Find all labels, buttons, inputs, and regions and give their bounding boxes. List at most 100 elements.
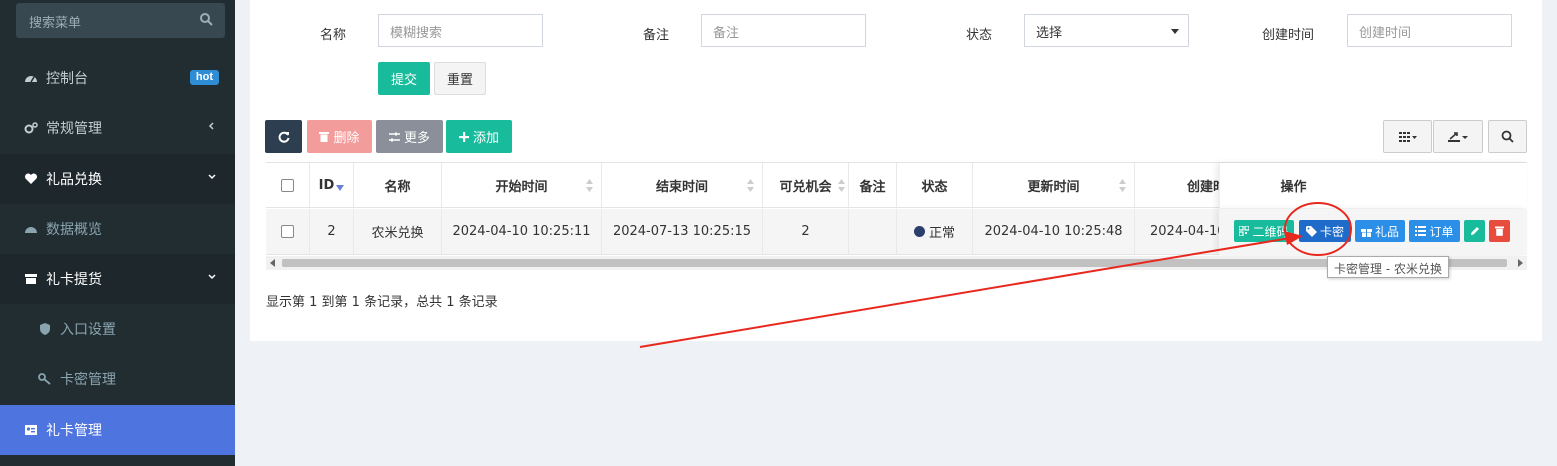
col-id-label: ID — [318, 177, 335, 193]
sidebar-item-dashboard[interactable]: 控制台 hot — [0, 53, 235, 103]
row-select-cell — [266, 209, 310, 254]
gift-button[interactable]: 礼品 — [1355, 220, 1405, 242]
sidebar-item-label: 数据概览 — [46, 222, 102, 238]
delete-row-button[interactable] — [1489, 220, 1510, 242]
col-chances[interactable]: 可兑机会 — [763, 163, 849, 207]
trash-icon — [1495, 226, 1504, 236]
name-search-placeholder: 模糊搜索 — [390, 26, 443, 41]
pagination-info: 显示第 1 到第 1 条记录，总共 1 条记录 — [266, 295, 498, 310]
sidebar-item-label: 礼卡管理 — [46, 423, 102, 439]
card-secret-button-label: 卡密 — [1319, 224, 1344, 239]
sort-desc-icon — [336, 185, 345, 191]
sidebar-item-label: 入口设置 — [60, 322, 116, 338]
table-search-button[interactable] — [1488, 120, 1527, 153]
sidebar-item-gift-exchange[interactable]: 礼品兑换 — [0, 154, 235, 204]
operations-cell: 二维码 卡密 礼品 订单 — [1219, 209, 1527, 255]
gift-button-label: 礼品 — [1374, 224, 1399, 239]
order-button-label: 订单 — [1429, 224, 1454, 239]
chevron-down-icon — [208, 274, 216, 280]
key-icon — [38, 372, 52, 386]
cell-remark — [849, 209, 897, 254]
sidebar-search[interactable]: 搜索菜单 — [16, 3, 225, 38]
col-remark: 备注 — [849, 163, 897, 207]
col-operations: 操作 — [1219, 163, 1527, 208]
cell-status: 正常 — [897, 209, 973, 254]
col-status: 状态 — [897, 163, 973, 207]
remark-input[interactable]: 备注 — [701, 14, 866, 47]
sidebar-item-label: 礼品兑换 — [46, 172, 102, 188]
col-name: 名称 — [354, 163, 442, 207]
col-operations-label: 操作 — [1280, 180, 1307, 195]
sidebar-item-general[interactable]: 常规管理 — [0, 103, 235, 153]
row-checkbox[interactable] — [281, 225, 294, 238]
id-card-icon — [24, 423, 38, 437]
status-dot-icon — [913, 226, 925, 237]
scroll-right-icon[interactable] — [1518, 259, 1523, 267]
select-all-cell — [266, 163, 310, 207]
add-button-label: 添加 — [472, 131, 499, 146]
tags-icon — [1305, 225, 1317, 237]
card-secret-button[interactable]: 卡密 — [1299, 220, 1351, 242]
gift-icon — [1360, 228, 1372, 237]
sidebar-item-data-overview[interactable]: 数据概览 — [0, 204, 235, 254]
col-chances-label: 可兑机会 — [779, 179, 832, 195]
sidebar-item-label: 常规管理 — [46, 121, 102, 137]
sidebar-search-placeholder: 搜索菜单 — [29, 16, 82, 31]
export-button[interactable] — [1433, 120, 1483, 153]
name-search-input[interactable]: 模糊搜索 — [378, 14, 543, 47]
qrcode-button[interactable]: 二维码 — [1234, 220, 1294, 242]
reset-button[interactable]: 重置 — [434, 62, 486, 95]
dashboard-icon — [24, 222, 38, 236]
refresh-button[interactable] — [265, 120, 302, 153]
created-time-input[interactable]: 创建时间 — [1347, 14, 1512, 47]
search-icon[interactable] — [199, 12, 213, 26]
col-start-time[interactable]: 开始时间 — [442, 163, 602, 207]
col-id[interactable]: ID — [310, 163, 354, 207]
delete-button-label: 删除 — [333, 131, 360, 146]
sidebar: 搜索菜单 控制台 hot 常规管理 礼品兑换 数据概览 礼卡提货 入口设置 卡密… — [0, 0, 235, 466]
add-button[interactable]: 添加 — [446, 120, 512, 153]
select-all-checkbox[interactable] — [281, 178, 294, 192]
remark-placeholder: 备注 — [713, 26, 740, 41]
refresh-icon — [278, 131, 289, 143]
more-button-label: 更多 — [403, 131, 430, 146]
scrollbar-thumb[interactable] — [282, 259, 1507, 267]
sliders-icon — [388, 132, 400, 141]
grid-columns-icon — [1398, 131, 1417, 142]
columns-toggle-button[interactable] — [1383, 120, 1432, 153]
qrcode-button-label: 二维码 — [1252, 224, 1289, 239]
pencil-icon — [1470, 227, 1479, 235]
trash-icon — [319, 132, 330, 142]
col-updated-time-label: 更新时间 — [1027, 179, 1080, 195]
delete-button[interactable]: 删除 — [307, 120, 372, 153]
sidebar-item-entry-settings[interactable]: 入口设置 — [0, 304, 235, 354]
heart-icon — [24, 172, 38, 186]
status-select-value: 选择 — [1036, 26, 1063, 41]
cell-start-time: 2024-04-10 10:25:11 — [442, 209, 602, 254]
order-button[interactable]: 订单 — [1409, 220, 1460, 242]
cell-updated-time: 2024-04-10 10:25:48 — [973, 209, 1135, 254]
sidebar-item-label: 控制台 — [46, 71, 88, 87]
submit-button[interactable]: 提交 — [378, 62, 430, 95]
status-text: 正常 — [928, 226, 955, 241]
remark-label: 备注 — [643, 28, 670, 43]
hot-badge: hot — [189, 70, 219, 85]
cell-chances: 2 — [763, 209, 849, 254]
col-end-time[interactable]: 结束时间 — [602, 163, 763, 207]
sidebar-item-card-pickup[interactable]: 礼卡提货 — [0, 254, 235, 304]
status-select[interactable]: 选择 — [1024, 14, 1189, 47]
col-end-time-label: 结束时间 — [655, 179, 708, 195]
sidebar-item-label: 礼卡提货 — [46, 272, 102, 288]
plus-icon — [458, 131, 469, 142]
scroll-left-icon[interactable] — [270, 259, 275, 267]
col-start-time-label: 开始时间 — [495, 179, 548, 195]
edit-button[interactable] — [1464, 220, 1485, 242]
more-button[interactable]: 更多 — [376, 120, 443, 153]
name-label: 名称 — [320, 28, 347, 43]
sort-icon — [747, 179, 754, 192]
sidebar-item-gift-card[interactable]: 礼卡管理 — [0, 405, 235, 455]
col-updated-time[interactable]: 更新时间 — [973, 163, 1135, 207]
cell-name: 农米兑换 — [354, 209, 442, 254]
sidebar-item-card-secret[interactable]: 卡密管理 — [0, 354, 235, 404]
archive-icon — [24, 272, 38, 286]
